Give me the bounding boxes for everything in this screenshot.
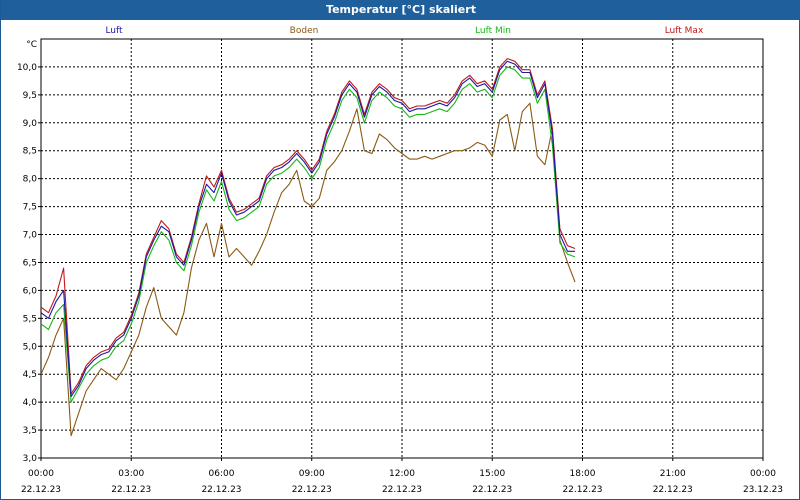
y-tick-label: 7,0 xyxy=(23,231,38,241)
x-tick-date: 22.12.23 xyxy=(292,485,332,495)
y-tick-label: 9,5 xyxy=(23,91,37,101)
series-lines xyxy=(40,58,576,437)
x-tick-time: 06:00 xyxy=(209,469,235,479)
y-tick-label: 9,0 xyxy=(23,119,38,129)
series-line-luft-max xyxy=(40,58,576,395)
x-tick-date: 22.12.23 xyxy=(562,485,602,495)
x-tick-date: 23.12.23 xyxy=(743,485,783,495)
y-tick-label: 7,5 xyxy=(23,203,37,213)
y-tick-label: 8,5 xyxy=(23,147,37,157)
x-tick-date: 22.12.23 xyxy=(111,485,151,495)
x-tick-time: 03:00 xyxy=(118,469,144,479)
legend-item: Luft Max xyxy=(665,26,704,36)
x-tick-date: 22.12.23 xyxy=(21,485,61,495)
y-tick-label: 4,0 xyxy=(23,398,38,408)
y-tick-label: 10,0 xyxy=(17,63,37,73)
y-tick-label: 5,5 xyxy=(23,314,37,324)
x-tick-labels: 00:00 22.12.23 03:00 22.12.23 06:00 22.12.23 0… xyxy=(21,469,783,495)
x-tick-time: 21:00 xyxy=(660,469,686,479)
y-tick-label: 6,5 xyxy=(23,258,37,268)
y-tick-label: 4,5 xyxy=(23,370,37,380)
x-tick-time: 18:00 xyxy=(570,469,596,479)
line-chart: 3,0 3,5 4,0 4,5 5,0 5,5 6,0 6,5 7,0 7,5 8,0 8,5 9,0 9… xyxy=(17,26,783,495)
legend: Luft Boden Luft Min Luft Max xyxy=(105,26,704,36)
legend-item: Luft xyxy=(105,26,123,36)
series-line-boden xyxy=(40,102,576,437)
legend-item: Luft Min xyxy=(475,26,511,36)
x-tick-time: 00:00 xyxy=(28,469,54,479)
y-tick-label: 5,0 xyxy=(23,342,38,352)
y-axis-label: °C xyxy=(26,40,37,50)
y-tick-label: 3,5 xyxy=(23,426,37,436)
y-tick-labels: 3,0 3,5 4,0 4,5 5,0 5,5 6,0 6,5 7,0 7,5 8,0 8,5 9,0 9… xyxy=(17,40,37,464)
y-tick-label: 6,0 xyxy=(23,286,38,296)
x-tick-time: 00:00 xyxy=(750,469,776,479)
x-tick-time: 15:00 xyxy=(479,469,505,479)
x-tick-time: 09:00 xyxy=(299,469,325,479)
x-tick-date: 22.12.23 xyxy=(382,485,422,495)
x-tick-date: 22.12.23 xyxy=(472,485,512,495)
x-tick-time: 12:00 xyxy=(389,469,415,479)
x-tick-date: 22.12.23 xyxy=(653,485,693,495)
x-tick-date: 22.12.23 xyxy=(201,485,241,495)
chart-window: Temperatur [°C] skaliert 3,0 3,5 4,0 4,5 5,0… xyxy=(0,0,800,500)
y-tick-label: 3,0 xyxy=(23,454,38,464)
y-tick-label: 8,0 xyxy=(23,175,38,185)
legend-item: Boden xyxy=(290,26,319,36)
